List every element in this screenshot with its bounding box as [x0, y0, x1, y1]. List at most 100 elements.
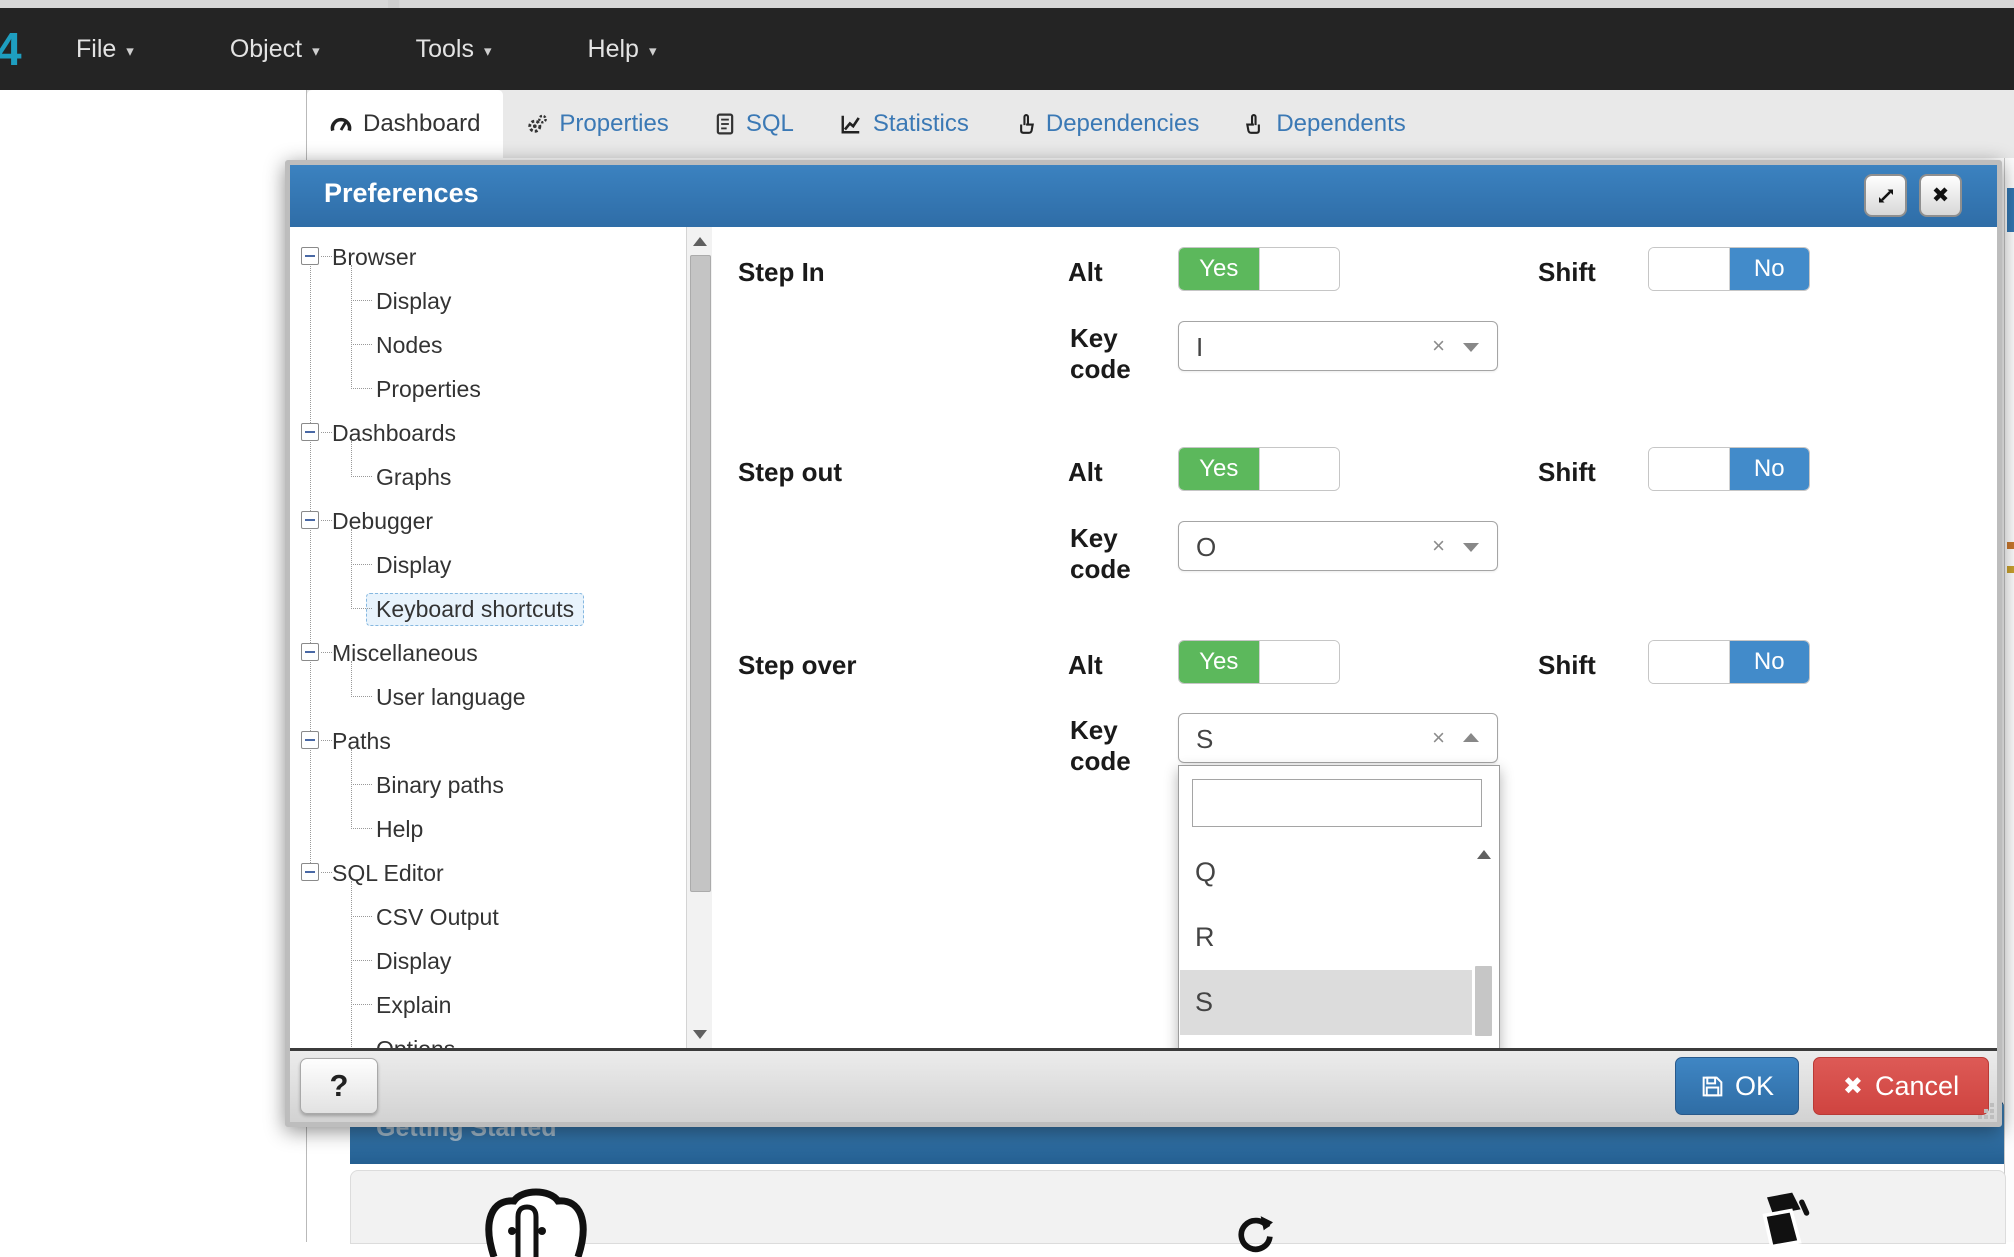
- collapse-icon[interactable]: [301, 511, 319, 529]
- alt-toggle-step-in[interactable]: Yes: [1178, 247, 1340, 291]
- close-icon: ✖: [1932, 183, 1950, 208]
- menu-object[interactable]: Object ▾: [230, 35, 320, 64]
- menu-file[interactable]: File ▾: [76, 35, 134, 64]
- postgresql-elephant-logo: [476, 1187, 596, 1257]
- collapse-icon[interactable]: [301, 863, 319, 881]
- dropdown-option-t[interactable]: T: [1180, 1035, 1474, 1048]
- resize-arrows-icon: [1875, 185, 1897, 207]
- chevron-up-icon[interactable]: [1463, 733, 1479, 742]
- shift-toggle-step-in[interactable]: No: [1648, 247, 1810, 291]
- tab-dependents[interactable]: Dependents: [1222, 90, 1428, 158]
- tree-item-label: Display: [376, 552, 451, 579]
- tree-item-paths[interactable]: Paths: [290, 719, 686, 763]
- maximize-button[interactable]: [1864, 174, 1907, 217]
- shift-toggle-step-over[interactable]: No: [1648, 640, 1810, 684]
- dropdown-option-s-selected[interactable]: S: [1180, 970, 1474, 1035]
- tree-item-label: SQL Editor: [332, 860, 444, 887]
- collapse-icon[interactable]: [301, 731, 319, 749]
- tab-dependencies[interactable]: Dependencies: [992, 90, 1222, 158]
- tree-item-browser-display[interactable]: Display: [290, 279, 686, 323]
- help-button[interactable]: ?: [300, 1058, 378, 1114]
- chevron-down-icon[interactable]: [1463, 543, 1479, 552]
- resize-grip[interactable]: [1990, 1115, 1994, 1119]
- tree-item-browser-properties[interactable]: Properties: [290, 367, 686, 411]
- window-top-strip: [0, 0, 2014, 8]
- menu-tools[interactable]: Tools ▾: [416, 35, 492, 64]
- tree-item-debugger[interactable]: Debugger: [290, 499, 686, 543]
- tab-statistics[interactable]: Statistics: [817, 90, 992, 158]
- tree-item-sql-display[interactable]: Display: [290, 939, 686, 983]
- collapse-icon[interactable]: [301, 247, 319, 265]
- sql-file-icon: [715, 113, 735, 135]
- tab-dashboard-label: Dashboard: [363, 110, 480, 138]
- chevron-down-icon[interactable]: [1463, 343, 1479, 352]
- save-icon: [1700, 1074, 1725, 1099]
- menu-object-label: Object: [230, 35, 302, 64]
- tree-item-sql-editor[interactable]: SQL Editor: [290, 851, 686, 895]
- tree-item-graphs[interactable]: Graphs: [290, 455, 686, 499]
- toggle-no-label: No: [1730, 448, 1810, 490]
- background-content-sliver: [2004, 158, 2014, 1242]
- tree-item-label: Help: [376, 816, 423, 843]
- tree-item-browser[interactable]: Browser: [290, 235, 686, 279]
- tree-item-label: Binary paths: [376, 772, 504, 799]
- tree-item-debugger-display[interactable]: Display: [290, 543, 686, 587]
- tab-dashboard[interactable]: Dashboard: [307, 90, 503, 158]
- tree-item-dashboards[interactable]: Dashboards: [290, 411, 686, 455]
- tree-item-binary-paths[interactable]: Binary paths: [290, 763, 686, 807]
- tree-item-keyboard-shortcuts[interactable]: Keyboard shortcuts: [290, 587, 686, 631]
- selected-key: S: [1196, 724, 1213, 755]
- collapse-icon[interactable]: [301, 423, 319, 441]
- dashboard-tab-bar: Dashboard Properties SQL Statistics Depe…: [307, 90, 2014, 158]
- tab-sql-label: SQL: [746, 110, 794, 138]
- alt-label: Alt: [1068, 457, 1103, 488]
- shortcut-name: Step over: [738, 650, 857, 681]
- dropdown-option-q[interactable]: Q: [1180, 840, 1474, 905]
- circular-arrow-logo: [1215, 1213, 1293, 1253]
- clear-icon[interactable]: ×: [1432, 533, 1445, 559]
- tree-item-browser-nodes[interactable]: Nodes: [290, 323, 686, 367]
- tree-item-miscellaneous[interactable]: Miscellaneous: [290, 631, 686, 675]
- cancel-label: Cancel: [1875, 1071, 1959, 1102]
- clear-icon[interactable]: ×: [1432, 725, 1445, 751]
- scroll-up-icon[interactable]: [687, 229, 712, 253]
- ok-button[interactable]: OK: [1675, 1057, 1799, 1115]
- dropdown-search-input[interactable]: [1192, 779, 1482, 827]
- scroll-up-icon[interactable]: [1472, 842, 1496, 866]
- alt-toggle-step-out[interactable]: Yes: [1178, 447, 1340, 491]
- tree-item-csv-output[interactable]: CSV Output: [290, 895, 686, 939]
- tree-item-options[interactable]: Options: [290, 1027, 686, 1048]
- toggle-yes-label: Yes: [1179, 448, 1259, 490]
- scroll-down-icon[interactable]: [687, 1022, 712, 1046]
- selected-key: I: [1196, 332, 1203, 363]
- tree-group-miscellaneous: Miscellaneous User language: [290, 631, 686, 719]
- dropdown-scrollbar[interactable]: [1472, 842, 1496, 1048]
- key-code-select-step-over[interactable]: S ×: [1178, 713, 1498, 763]
- shift-toggle-step-out[interactable]: No: [1648, 447, 1810, 491]
- collapse-icon[interactable]: [301, 643, 319, 661]
- tree-item-label: User language: [376, 684, 526, 711]
- key-code-select-step-in[interactable]: I ×: [1178, 321, 1498, 371]
- dialog-title-bar[interactable]: Preferences ✖: [290, 165, 1997, 227]
- toggle-handle: [1259, 641, 1340, 683]
- background-link-fragment: [2007, 542, 2014, 549]
- key-code-select-step-out[interactable]: O ×: [1178, 521, 1498, 571]
- dialog-title: Preferences: [324, 178, 479, 209]
- tree-item-user-language[interactable]: User language: [290, 675, 686, 719]
- tree-item-help[interactable]: Help: [290, 807, 686, 851]
- toggle-yes-label: Yes: [1179, 248, 1259, 290]
- alt-toggle-step-over[interactable]: Yes: [1178, 640, 1340, 684]
- close-button[interactable]: ✖: [1919, 174, 1962, 217]
- tree-scrollbar-thumb[interactable]: [690, 255, 711, 892]
- cancel-button[interactable]: ✖ Cancel: [1813, 1057, 1989, 1115]
- tree-item-explain[interactable]: Explain: [290, 983, 686, 1027]
- tree-scrollbar[interactable]: [686, 227, 712, 1048]
- dropdown-option-r[interactable]: R: [1180, 905, 1474, 970]
- tab-sql[interactable]: SQL: [692, 90, 817, 158]
- tab-properties[interactable]: Properties: [503, 90, 691, 158]
- menu-help[interactable]: Help ▾: [588, 35, 657, 64]
- tab-dependents-label: Dependents: [1276, 110, 1405, 138]
- tree-item-label: Options: [376, 1036, 455, 1049]
- dropdown-scrollbar-thumb[interactable]: [1475, 966, 1492, 1036]
- clear-icon[interactable]: ×: [1432, 333, 1445, 359]
